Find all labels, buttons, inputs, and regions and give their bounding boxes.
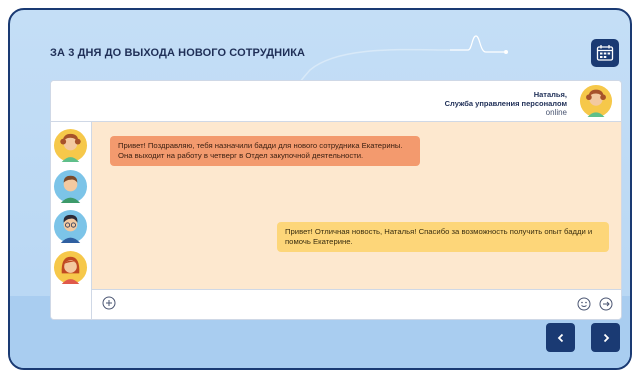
next-button[interactable]: [591, 323, 620, 352]
calendar-button[interactable]: [591, 39, 619, 67]
chat-header: Наталья, Служба управления персоналом on…: [51, 81, 621, 122]
avatar-participant-4[interactable]: [53, 250, 88, 285]
contact-info: Наталья, Служба управления персоналом: [445, 90, 567, 108]
message-area: Привет! Поздравляю, тебя назначили бадди…: [92, 122, 621, 291]
slide-title: ЗА 3 ДНЯ ДО ВЫХОДА НОВОГО СОТРУДНИКА: [50, 47, 306, 59]
prev-button[interactable]: [546, 323, 575, 352]
message-incoming: Привет! Поздравляю, тебя назначили бадди…: [110, 136, 420, 166]
calendar-icon: [596, 45, 614, 61]
plus-icon[interactable]: [102, 296, 116, 310]
contact-status: online: [545, 108, 567, 117]
avatar-participant-2[interactable]: [53, 169, 88, 204]
chat-window: Наталья, Служба управления персоналом on…: [50, 80, 622, 320]
send-arrow-icon[interactable]: [599, 297, 613, 311]
contact-avatar: [579, 84, 613, 118]
avatar-participant-3[interactable]: [53, 209, 88, 244]
slide-frame: ЗА 3 ДНЯ ДО ВЫХОДА НОВОГО СОТРУДНИКА Нат…: [8, 8, 632, 370]
message-input-bar[interactable]: [92, 289, 621, 319]
message-outgoing: Привет! Отличная новость, Наталья! Спаси…: [277, 222, 609, 252]
contact-name: Наталья,: [533, 90, 567, 99]
chevron-left-icon: [557, 333, 563, 342]
avatar-participant-1[interactable]: [53, 128, 88, 163]
contact-department: Служба управления персоналом: [444, 99, 567, 108]
smile-icon[interactable]: [577, 297, 591, 311]
chevron-right-icon: [603, 333, 609, 342]
